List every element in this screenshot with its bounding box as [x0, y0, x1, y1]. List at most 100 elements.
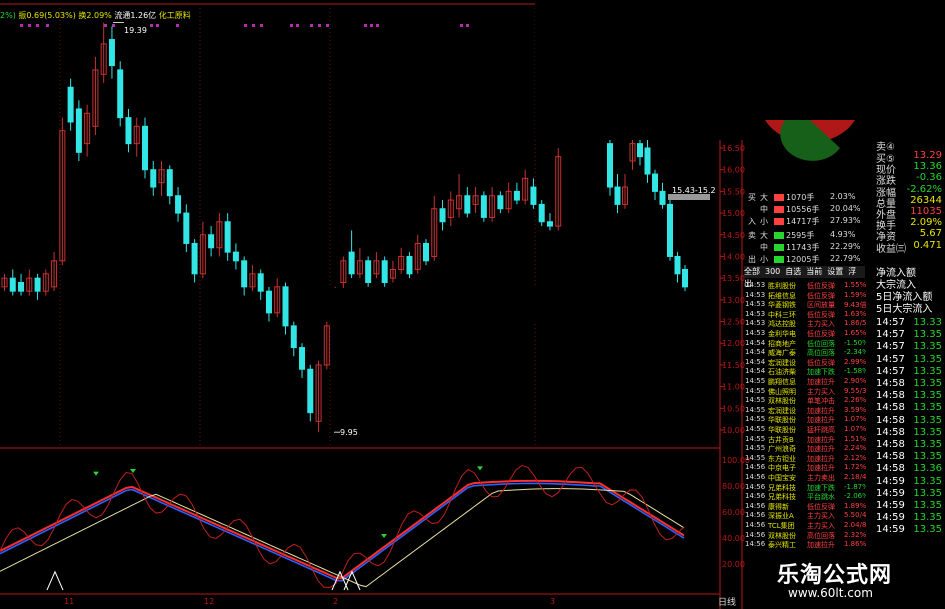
bottom-triangle [46, 570, 64, 591]
quote-value: 26344 [910, 194, 942, 206]
low-price-label: 9.95 [340, 428, 358, 437]
radar-signal-type: 低位回落 [807, 339, 835, 348]
candle-body [607, 143, 613, 188]
candle-body [282, 286, 289, 327]
radar-time: 14:53 [745, 281, 766, 289]
radar-time: 14:53 [745, 329, 766, 337]
order-side-label: 入 [748, 217, 756, 226]
quote-value: -0.36 [916, 172, 942, 184]
watermark-logo: 乐淘公式网 [777, 563, 893, 588]
candle-body [652, 173, 658, 192]
radar-signal-value: 2.12% [844, 453, 866, 462]
tick-time: 14:58 [876, 402, 905, 414]
header-segment: 2%) [0, 11, 19, 20]
candle-body [480, 195, 487, 218]
order-volume: 11743手 [786, 243, 820, 252]
osc-tick-label: 60.00 [722, 508, 745, 517]
order-size-label: 大 [760, 193, 768, 202]
price-tick-label: 14.50 [722, 231, 745, 240]
order-side-label: 出 [748, 255, 756, 264]
tab-300[interactable]: 300 [765, 267, 780, 276]
signal-mark [104, 24, 107, 27]
osc-line-red [0, 479, 685, 580]
osc-tick-label: 80.00 [722, 482, 745, 491]
radar-signal-value: 5.50/4 [844, 511, 866, 520]
tab-watchlist[interactable]: 自选 [785, 267, 801, 276]
radar-signal-value: 2.04/8 [844, 521, 866, 529]
signal-mark [244, 24, 247, 27]
candle-body [290, 325, 297, 349]
signal-mark [252, 24, 255, 27]
signal-mark [28, 24, 31, 27]
order-percent: 22.29% [830, 242, 861, 251]
candle-body [183, 212, 190, 244]
radar-stock-name: 中京电子 [768, 464, 796, 473]
tick-price: 13.35 [913, 341, 942, 353]
candle-body [513, 190, 520, 201]
radar-signal-value: -1.50% [844, 338, 866, 347]
radar-time: 14:55 [745, 444, 766, 453]
tick-time: 14:58 [876, 378, 905, 389]
radar-signal-type: 区间放量 [807, 301, 835, 310]
radar-signal-type: 加速拉升 [807, 378, 835, 386]
radar-signal-type: 低位反弹 [807, 310, 835, 319]
radar-time: 14:56 [745, 530, 766, 539]
radar-stock-name: 华联股份 [768, 416, 796, 425]
radar-time: 14:54 [745, 367, 766, 376]
date-label: 12 [204, 597, 214, 606]
tick-time: 14:58 [876, 451, 905, 463]
price-tick-label: 10.00 [722, 426, 745, 435]
candle-body [150, 169, 157, 188]
tab-current[interactable]: 当前 [806, 267, 822, 276]
candle-body [191, 242, 198, 275]
tick-time: 14:58 [876, 390, 905, 402]
radar-time: 14:56 [745, 511, 766, 520]
quote-value: 13.29 [913, 150, 942, 161]
candle-body [265, 290, 272, 314]
candle-body [18, 281, 25, 292]
radar-stock-name: 古井贡B [768, 435, 794, 444]
candle-body [125, 117, 132, 145]
radar-stock-name: 威海广泰 [768, 349, 796, 358]
radar-signal-value: 9.55/3 [844, 386, 866, 395]
tick-price: 13.35 [913, 402, 942, 414]
radar-signal-type: 加速拉升 [807, 406, 835, 415]
radar-stock-name: 华联股份 [768, 426, 796, 434]
price-tick-label: 13.00 [722, 296, 745, 305]
candle-body [175, 195, 182, 214]
order-color-bar [774, 194, 784, 201]
radar-signal-value: 2.32% [844, 530, 866, 539]
tick-price: 13.35 [913, 353, 942, 365]
candle-body [530, 186, 537, 205]
radar-signal-type: 主力卖出 [807, 474, 835, 482]
tab-settings[interactable]: 设置 [827, 267, 843, 276]
header-segment: 振0.69(5.03%) [18, 11, 79, 20]
high-price-label: 19.39 [124, 26, 147, 35]
radar-signal-value: 1.55% [844, 281, 866, 289]
tab-all[interactable]: 全部 [744, 267, 760, 276]
stock-info-header: 2%) 振0.69(5.03%) 换2.09% 流通1.26亿 化工原料 [0, 10, 191, 21]
price-axis: 16.50 16.00 15.50 15.00 14.50 14.00 13.50 13.00… [64, 144, 750, 608]
signal-mark [296, 24, 299, 27]
order-volume: 2595手 [786, 231, 815, 240]
radar-signal-type: 单笔冲击 [807, 397, 835, 406]
radar-signal-type: 高位回落 [807, 531, 835, 540]
order-percent: 20.04% [830, 204, 861, 213]
tick-price: 13.36 [913, 463, 942, 475]
order-volume: 12005手 [786, 255, 820, 264]
radar-signal-type: 低位反弹 [807, 282, 835, 290]
radar-time: 14:56 [745, 473, 766, 481]
tick-price: 13.35 [913, 524, 942, 536]
candle-body [439, 208, 446, 223]
tick-time: 14:59 [876, 487, 905, 499]
candle-body [464, 195, 471, 214]
tick-time: 14:59 [876, 524, 905, 536]
osc-line-yellow [0, 488, 685, 588]
candle-body [9, 277, 16, 292]
header-segment: 化工原料 [158, 11, 191, 20]
buy-arrow-icon [477, 466, 483, 471]
order-color-bar [774, 244, 784, 251]
order-percent: 22.79% [830, 254, 861, 263]
tick-time: 14:57 [876, 353, 905, 365]
flow-menu-item[interactable]: 5日大宗流入 [876, 300, 932, 315]
